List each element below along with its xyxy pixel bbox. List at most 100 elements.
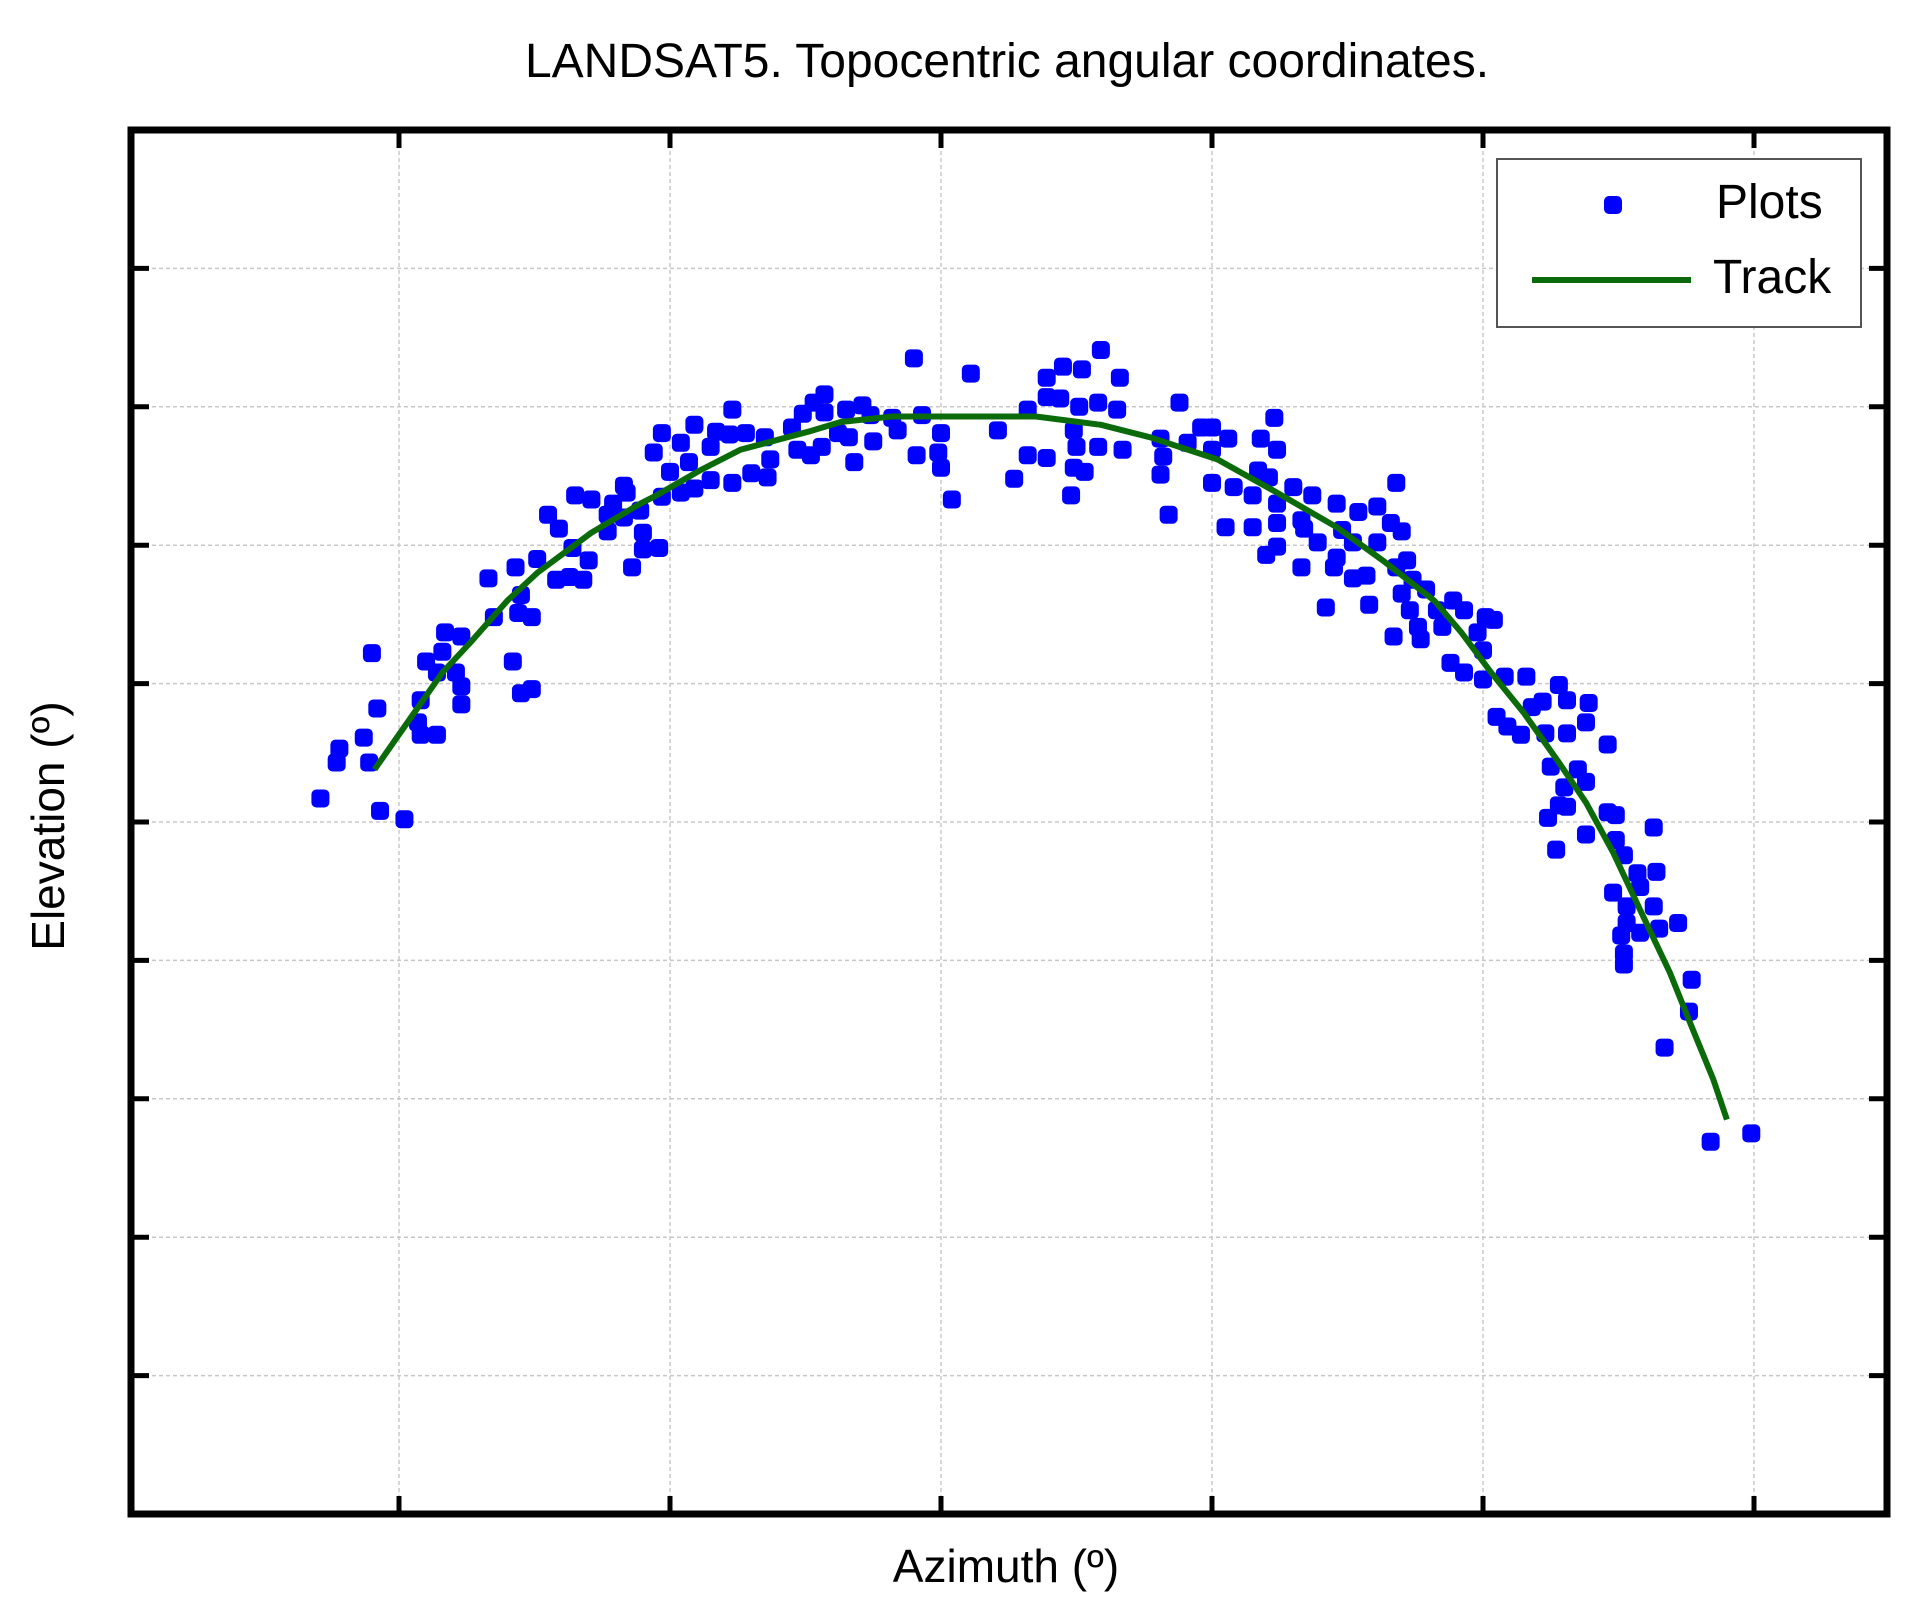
- plot-point: [574, 570, 593, 589]
- plot-point: [1224, 478, 1243, 497]
- plot-point: [1037, 449, 1056, 468]
- plot-point: [623, 558, 642, 577]
- plot-point: [736, 424, 755, 443]
- plot-point: [1411, 630, 1430, 649]
- plot-point: [327, 753, 346, 772]
- plot-point: [1392, 522, 1411, 541]
- plot-point: [633, 523, 652, 542]
- x-axis-label: Azimuth (º): [893, 1540, 1119, 1592]
- plot-point: [723, 400, 742, 419]
- plot-point: [1292, 558, 1311, 577]
- plot-point: [1303, 486, 1322, 505]
- plot-point: [522, 680, 541, 699]
- plot-point: [1539, 808, 1558, 827]
- plot-point: [1154, 447, 1173, 466]
- plot-point: [411, 725, 430, 744]
- plot-point: [1324, 558, 1343, 577]
- plot-point: [582, 490, 601, 509]
- plot-point: [1400, 601, 1419, 620]
- plot-point: [1576, 713, 1595, 732]
- plot-point: [1547, 840, 1566, 859]
- plot-point: [1216, 518, 1235, 537]
- plot-point: [904, 349, 923, 368]
- plot-point: [961, 364, 980, 383]
- plot-point: [1558, 691, 1577, 710]
- plot-point: [761, 450, 780, 469]
- plot-point: [1018, 446, 1037, 465]
- y-axis-label: Elevation (º): [22, 701, 74, 950]
- plot-point: [1558, 724, 1577, 743]
- plot-point: [368, 699, 387, 718]
- plot-point: [1091, 341, 1110, 360]
- plot-point: [1682, 970, 1701, 989]
- plot-point: [362, 644, 381, 663]
- plot-point: [1387, 473, 1406, 492]
- plot-point: [942, 490, 961, 509]
- plot-point: [1612, 926, 1631, 945]
- plot-point: [1219, 429, 1238, 448]
- plot-point: [479, 569, 498, 588]
- plot-point: [1075, 462, 1094, 481]
- plot-point: [566, 486, 585, 505]
- plot-point: [436, 623, 455, 642]
- legend: Plots Track: [1496, 158, 1862, 328]
- legend-plots-label: Plots: [1716, 176, 1823, 229]
- plot-point: [1368, 497, 1387, 516]
- plot-point: [1089, 393, 1108, 412]
- plot-point: [1005, 469, 1024, 488]
- plot-point: [1647, 862, 1666, 881]
- plot-point: [311, 789, 330, 808]
- plot-point: [864, 432, 883, 451]
- plot-point: [1053, 357, 1072, 376]
- plot-point: [1606, 806, 1625, 825]
- plot-point: [758, 468, 777, 487]
- plot-point: [1669, 914, 1688, 933]
- plot-point: [1257, 545, 1276, 564]
- plot-point: [1089, 437, 1108, 456]
- plot-point: [1203, 473, 1221, 492]
- plot-point: [506, 558, 525, 577]
- plot-point: [742, 464, 761, 483]
- plot-point: [1284, 478, 1303, 497]
- plot-point: [1655, 1038, 1674, 1057]
- plot-point: [1308, 533, 1327, 552]
- plot-point: [652, 424, 671, 443]
- plot-point: [685, 415, 704, 434]
- plot-point: [1558, 797, 1577, 816]
- plot-point: [452, 677, 471, 696]
- plot-point: [1268, 440, 1287, 459]
- plot-point: [723, 473, 742, 492]
- plot-point: [644, 443, 663, 462]
- plot-point: [433, 642, 452, 661]
- plot-point: [1268, 514, 1287, 533]
- plot-point: [671, 433, 690, 452]
- plot-point: [988, 421, 1007, 440]
- plot-point: [549, 519, 568, 538]
- plot-point: [815, 403, 834, 422]
- plot-point: [1511, 725, 1530, 744]
- plot-point: [1265, 408, 1284, 427]
- plot-point: [1360, 595, 1379, 614]
- plot-point: [888, 421, 907, 440]
- plot-point: [845, 453, 864, 472]
- plot-point: [679, 453, 698, 472]
- plot-point: [1108, 400, 1127, 419]
- plot-point: [1392, 584, 1411, 603]
- plot-point: [701, 471, 720, 490]
- plot-point: [1243, 486, 1262, 505]
- plot-point: [1598, 735, 1617, 754]
- plot-point: [1070, 397, 1089, 416]
- plot-point: [1455, 601, 1474, 620]
- plot-point: [1151, 465, 1170, 484]
- plot-point: [1384, 627, 1403, 646]
- plot-point: [503, 652, 522, 671]
- plot-point: [685, 479, 704, 498]
- plot-point: [1159, 505, 1178, 524]
- plot-point: [788, 440, 807, 459]
- plot-point: [932, 424, 950, 443]
- plot-point: [354, 728, 373, 747]
- plot-point: [1701, 1132, 1720, 1151]
- plot-point: [617, 483, 636, 502]
- plot-point: [1110, 368, 1129, 387]
- legend-track-label: Track: [1713, 251, 1832, 304]
